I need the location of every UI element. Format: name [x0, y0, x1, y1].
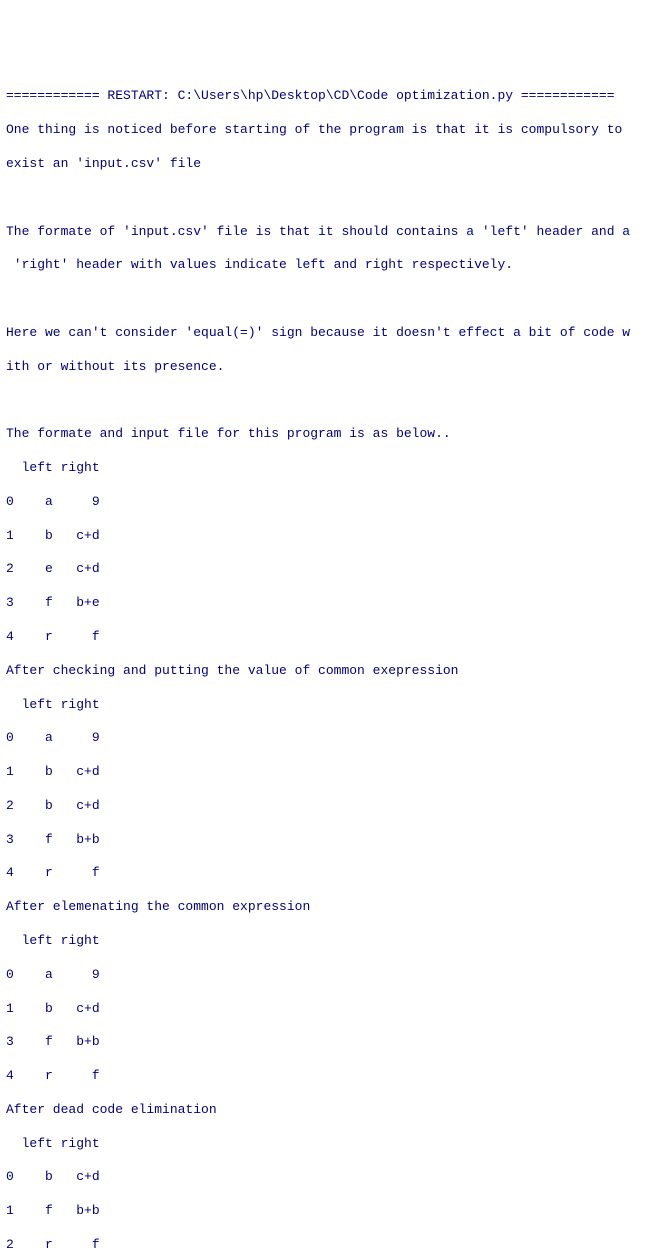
table3-row: 1 b c+d: [6, 1001, 644, 1018]
table1-row: 3 f b+e: [6, 595, 644, 612]
table2-row: 4 r f: [6, 865, 644, 882]
table1-header: left right: [6, 460, 644, 477]
table1-row: 4 r f: [6, 629, 644, 646]
console-output: ============ RESTART: C:\Users\hp\Deskto…: [6, 72, 644, 1256]
table3-row: 4 r f: [6, 1068, 644, 1085]
table1-row: 1 b c+d: [6, 528, 644, 545]
format-line-1: The formate of 'input.csv' file is that …: [6, 224, 644, 241]
table2-row: 3 f b+b: [6, 832, 644, 849]
table2-row: 0 a 9: [6, 730, 644, 747]
table3-row: 3 f b+b: [6, 1034, 644, 1051]
table3-header: left right: [6, 933, 644, 950]
table2-row: 2 b c+d: [6, 798, 644, 815]
table4-row: 1 f b+b: [6, 1203, 644, 1220]
after-dead-line: After dead code elimination: [6, 1102, 644, 1119]
table3-row: 0 a 9: [6, 967, 644, 984]
restart-banner: ============ RESTART: C:\Users\hp\Deskto…: [6, 88, 644, 105]
format-line-2: 'right' header with values indicate left…: [6, 257, 644, 274]
table4-row: 0 b c+d: [6, 1169, 644, 1186]
blank-line: [6, 291, 644, 308]
table4-header: left right: [6, 1136, 644, 1153]
formatfile-line: The formate and input file for this prog…: [6, 426, 644, 443]
equal-line-2: ith or without its presence.: [6, 359, 644, 376]
blank-line: [6, 392, 644, 409]
table4-row: 2 r f: [6, 1237, 644, 1254]
after-check-line: After checking and putting the value of …: [6, 663, 644, 680]
blank-line: [6, 190, 644, 207]
table1-row: 0 a 9: [6, 494, 644, 511]
intro-line-1: One thing is noticed before starting of …: [6, 122, 644, 139]
equal-line-1: Here we can't consider 'equal(=)' sign b…: [6, 325, 644, 342]
intro-line-2: exist an 'input.csv' file: [6, 156, 644, 173]
table2-row: 1 b c+d: [6, 764, 644, 781]
table2-header: left right: [6, 697, 644, 714]
after-elim-line: After elemenating the common expression: [6, 899, 644, 916]
table1-row: 2 e c+d: [6, 561, 644, 578]
